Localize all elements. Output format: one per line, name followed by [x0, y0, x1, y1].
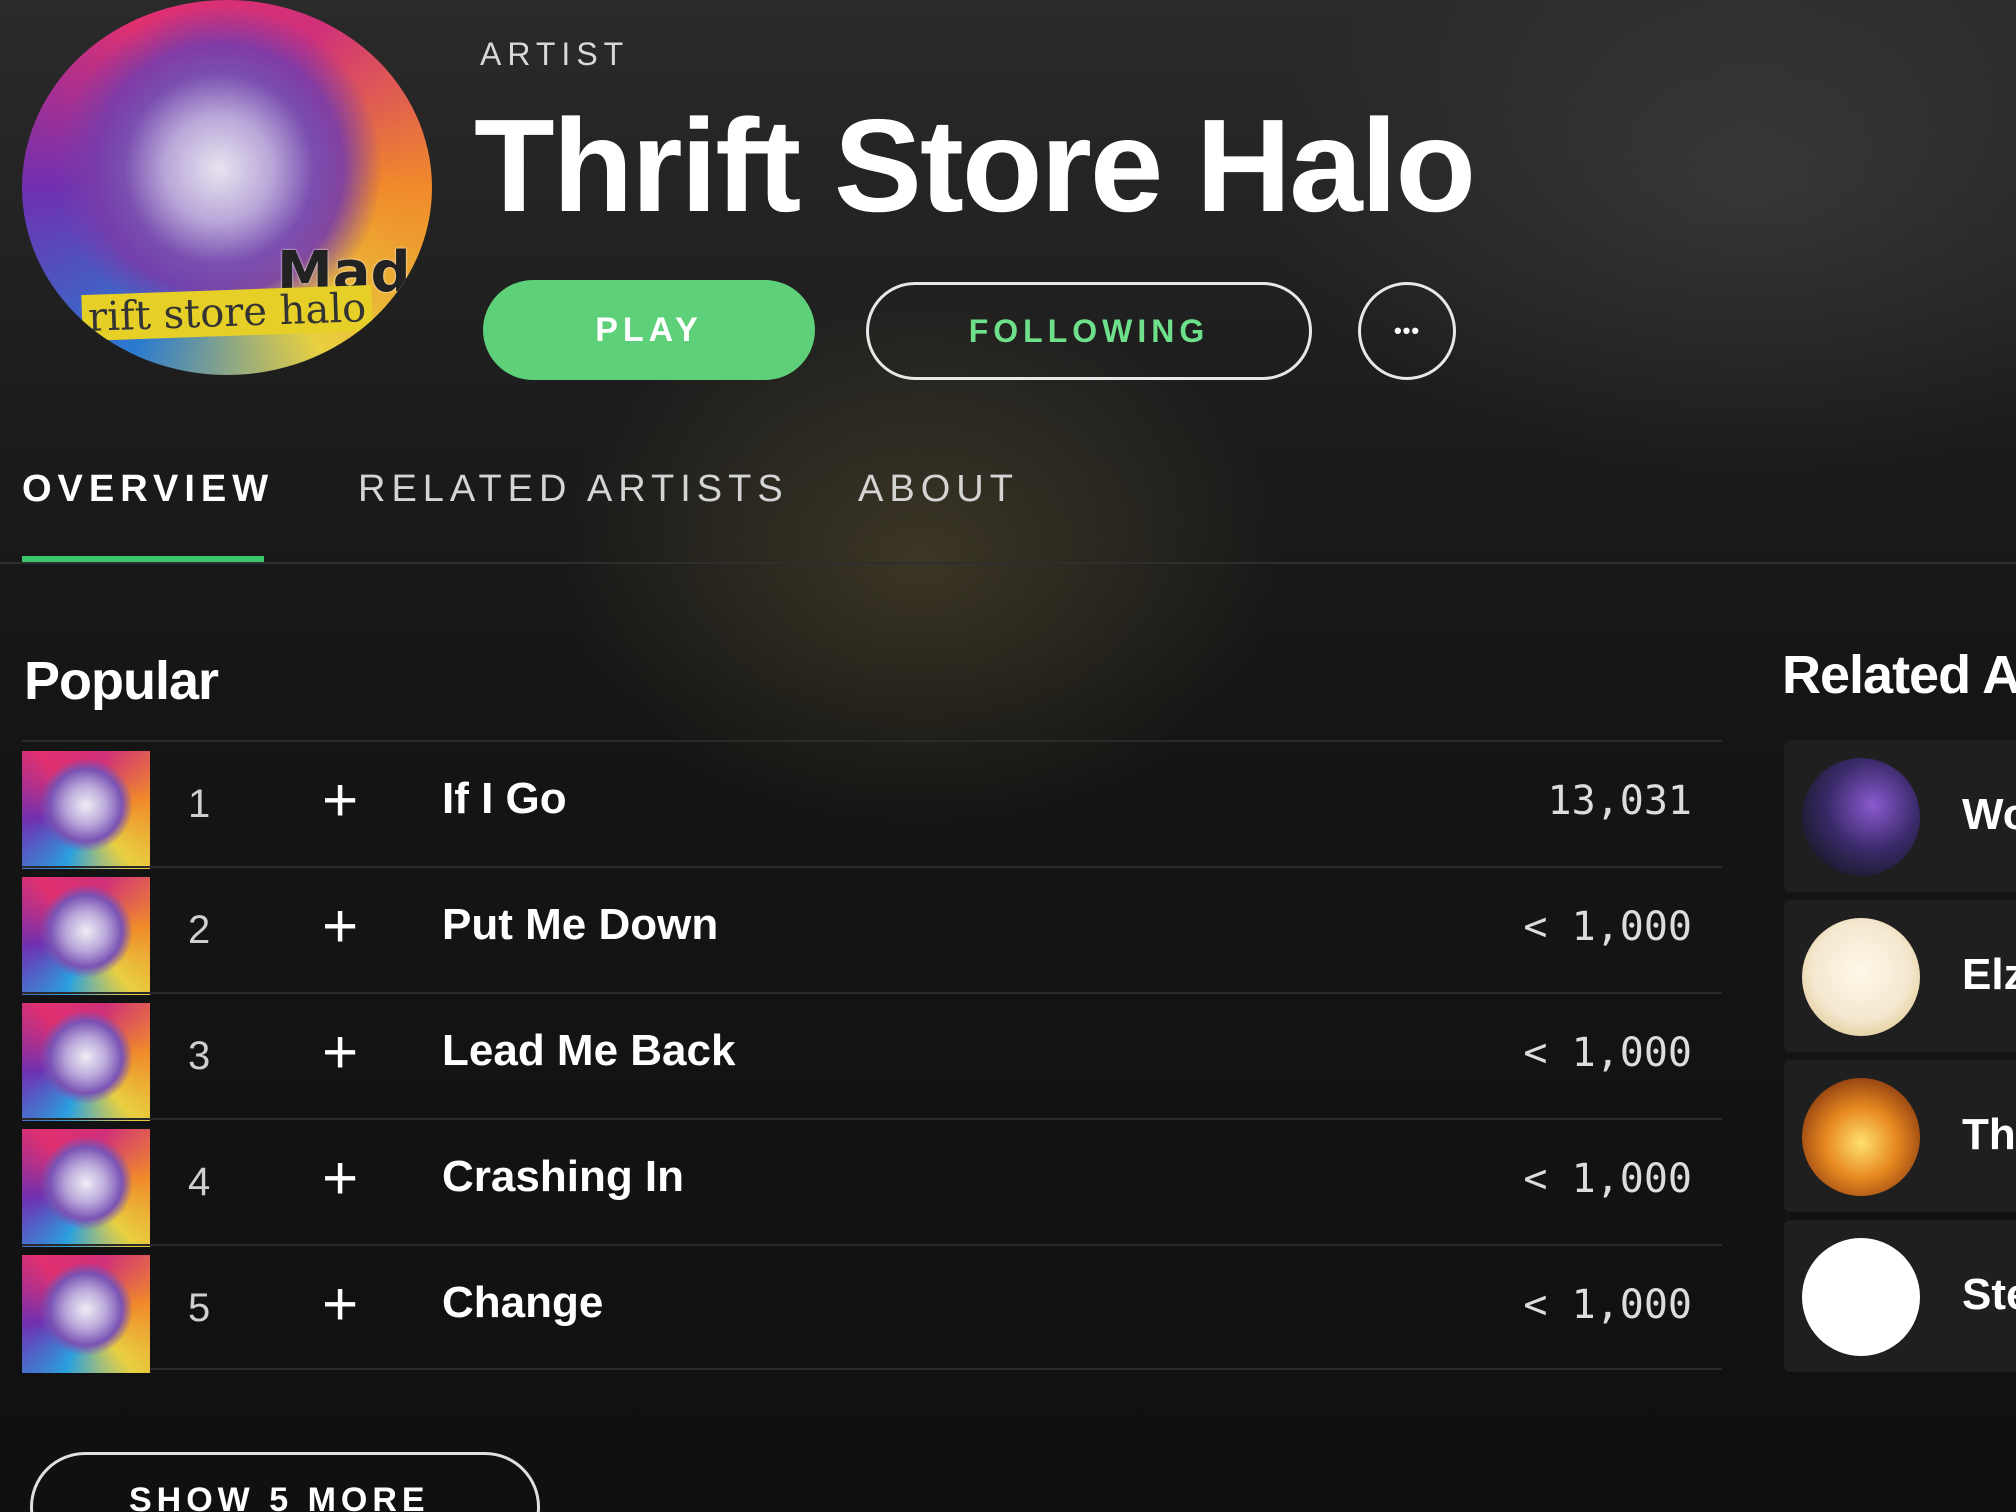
related-artists-list: Wo Elz The Ste [1784, 740, 2016, 1380]
related-artist-name[interactable]: The [1962, 1110, 2016, 1160]
track-title[interactable]: Crashing In [442, 1152, 684, 1202]
related-artist-name[interactable]: Ste [1962, 1270, 2016, 1320]
related-artist-item[interactable]: The [1784, 1060, 2016, 1212]
track-artwork [22, 1129, 150, 1247]
track-play-count: < 1,000 [1523, 1156, 1692, 1202]
artist-page: Mad rift store halo ARTIST Thrift Store … [0, 0, 2016, 1512]
track-title[interactable]: Put Me Down [442, 900, 718, 950]
related-artist-avatar [1802, 918, 1920, 1036]
track-artwork [22, 1003, 150, 1121]
tab-related-artists[interactable]: RELATED ARTISTS [358, 468, 789, 511]
entity-type-label: ARTIST [480, 36, 630, 72]
tabs-divider [0, 562, 2016, 564]
track-artwork [22, 751, 150, 869]
plus-icon[interactable]: + [322, 1274, 358, 1336]
track-row[interactable]: 3 + Lead Me Back < 1,000 [22, 992, 1722, 1121]
artist-tabs: OVERVIEW RELATED ARTISTS ABOUT [0, 430, 2016, 564]
track-artwork [22, 877, 150, 995]
following-button[interactable]: FOLLOWING [866, 282, 1312, 380]
related-artist-name[interactable]: Wo [1962, 790, 2016, 840]
tab-overview[interactable]: OVERVIEW [22, 468, 274, 511]
track-row[interactable]: 1 + If I Go 13,031 [22, 740, 1722, 869]
track-number: 3 [188, 1034, 211, 1078]
track-title[interactable]: Change [442, 1278, 603, 1328]
track-number: 4 [188, 1160, 211, 1204]
related-artist-item[interactable]: Ste [1784, 1220, 2016, 1372]
plus-icon[interactable]: + [322, 896, 358, 958]
related-artist-avatar [1802, 1078, 1920, 1196]
track-number: 5 [188, 1286, 211, 1330]
popular-heading: Popular [24, 651, 219, 711]
related-artist-item[interactable]: Wo [1784, 740, 2016, 892]
track-play-count: 13,031 [1547, 778, 1693, 824]
avatar-caption: rift store halo [81, 284, 373, 342]
track-row[interactable]: 5 + Change < 1,000 [22, 1244, 1722, 1373]
track-row[interactable]: 2 + Put Me Down < 1,000 [22, 866, 1722, 995]
track-number: 2 [188, 908, 211, 952]
track-title[interactable]: If I Go [442, 774, 567, 824]
track-number: 1 [188, 782, 211, 826]
show-more-button[interactable]: SHOW 5 MORE [30, 1452, 540, 1512]
tab-about[interactable]: ABOUT [858, 468, 1019, 511]
track-row[interactable]: 4 + Crashing In < 1,000 [22, 1118, 1722, 1247]
related-artist-item[interactable]: Elz [1784, 900, 2016, 1052]
related-artist-avatar [1802, 758, 1920, 876]
more-options-button[interactable]: ••• [1358, 282, 1456, 380]
plus-icon[interactable]: + [322, 770, 358, 832]
related-artist-avatar [1802, 1238, 1920, 1356]
plus-icon[interactable]: + [322, 1148, 358, 1210]
track-title[interactable]: Lead Me Back [442, 1026, 735, 1076]
related-artists-heading: Related A [1782, 645, 2016, 705]
artist-name: Thrift Store Halo [474, 92, 1476, 239]
ellipsis-icon: ••• [1393, 318, 1421, 343]
track-play-count: < 1,000 [1523, 904, 1692, 950]
plus-icon[interactable]: + [322, 1022, 358, 1084]
track-play-count: < 1,000 [1523, 1030, 1692, 1076]
popular-track-list: 1 + If I Go 13,031 2 + Put Me Down < 1,0… [22, 740, 1722, 1373]
play-button[interactable]: PLAY [483, 280, 815, 380]
track-play-count: < 1,000 [1523, 1282, 1692, 1328]
track-artwork [22, 1255, 150, 1373]
artist-avatar: Mad rift store halo [22, 0, 432, 375]
related-artist-name[interactable]: Elz [1962, 950, 2016, 1000]
